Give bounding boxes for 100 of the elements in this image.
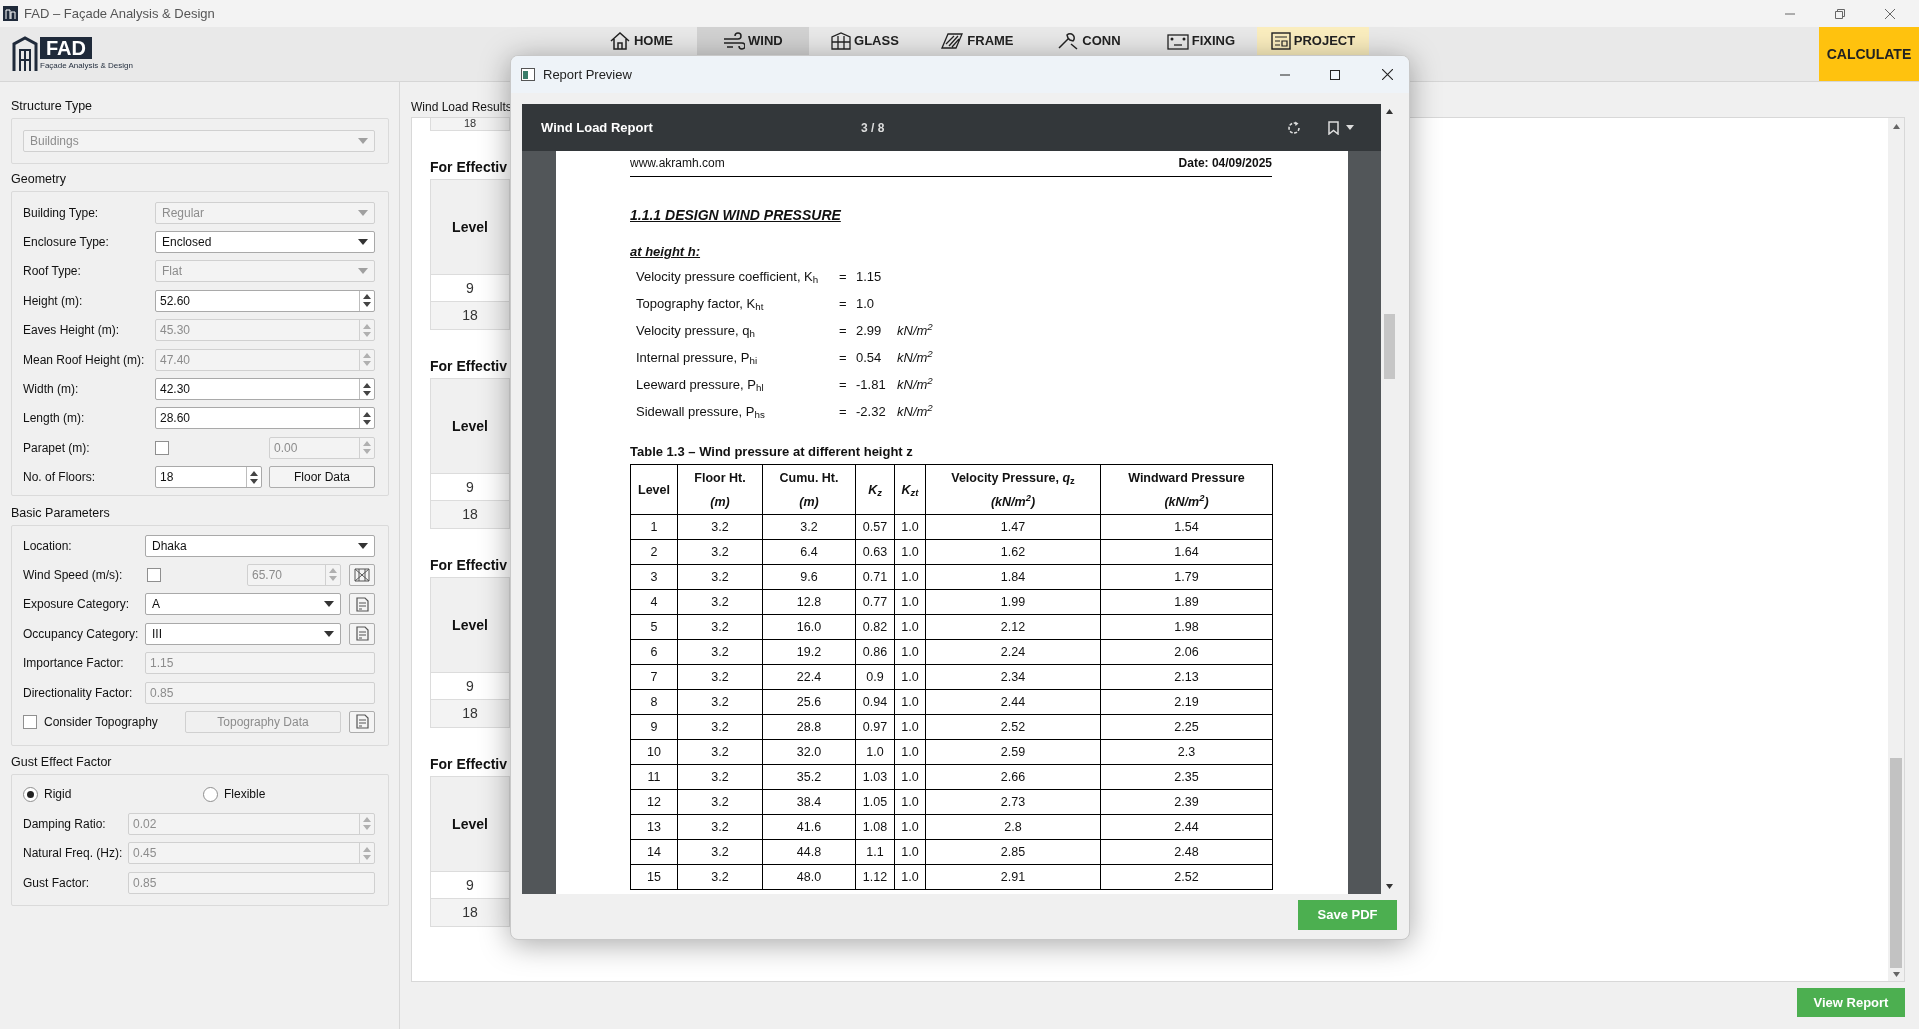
table-cell: 0.86 xyxy=(855,639,895,665)
scroll-down-icon[interactable] xyxy=(1386,884,1393,889)
section-heading: 1.1.1 DESIGN WIND PRESSURE xyxy=(630,207,841,223)
table-cell: 0.77 xyxy=(855,589,895,615)
table-cell: 3.2 xyxy=(677,564,763,590)
table-cell: 3.2 xyxy=(677,589,763,615)
building-logo-icon xyxy=(12,36,38,72)
section-heading: For Effectiv xyxy=(430,756,507,772)
parameter-label: Leeward pressure, P$_{hl}$ xyxy=(636,376,764,392)
table-cell: 3.2 xyxy=(677,614,763,640)
table-cell: 2.59 xyxy=(925,739,1101,765)
column-header: Cumu. Ht. (m) xyxy=(762,464,856,515)
scroll-up-icon[interactable] xyxy=(1386,109,1393,114)
close-icon[interactable] xyxy=(1382,69,1393,80)
table-cell: 0.82 xyxy=(855,614,895,640)
stepper-arrows-icon[interactable] xyxy=(363,411,371,425)
field-label: Building Type: xyxy=(23,205,99,220)
table-cell: 1.0 xyxy=(894,539,926,565)
table-cell: 25.6 xyxy=(762,689,856,715)
dropdown[interactable]: Dhaka xyxy=(145,534,375,557)
nav-tab[interactable]: HOME xyxy=(584,27,697,55)
icon-button[interactable] xyxy=(349,622,375,645)
rotate-icon[interactable] xyxy=(1287,120,1301,135)
scrollbar-thumb[interactable] xyxy=(1384,314,1395,379)
spin-box[interactable]: 52.60 xyxy=(155,289,375,312)
stepper-arrows-icon[interactable] xyxy=(363,294,371,308)
bookmark-icon[interactable] xyxy=(1328,120,1339,135)
spin-box[interactable]: 42.30 xyxy=(155,378,375,401)
parameter-value: 0.54 xyxy=(856,349,882,365)
table-cell: 2.44 xyxy=(925,689,1101,715)
table-cell: 13 xyxy=(630,814,678,840)
table-cell: 2.91 xyxy=(925,864,1101,890)
dropdown[interactable]: A xyxy=(145,593,341,616)
table-cell: 18 xyxy=(431,899,509,926)
nav-tab[interactable]: GLASS xyxy=(808,27,921,55)
scroll-up-icon[interactable] xyxy=(1892,124,1900,129)
radio-button[interactable] xyxy=(23,786,38,802)
table-cell: 1.0 xyxy=(894,714,926,740)
restore-icon[interactable] xyxy=(1835,8,1845,19)
table-cell: 3.2 xyxy=(677,789,763,815)
scroll-down-icon[interactable] xyxy=(1892,972,1900,977)
group-title: Geometry xyxy=(11,171,66,187)
maximize-icon[interactable] xyxy=(1330,69,1340,80)
checkbox-label: Consider Topography xyxy=(44,713,158,731)
stepper-arrows-icon[interactable] xyxy=(250,470,258,484)
group-title: Structure Type xyxy=(11,98,93,114)
table-cell: 3.2 xyxy=(762,514,856,540)
table-cell: 1.0 xyxy=(894,689,926,715)
table-cell: 5 xyxy=(630,614,678,640)
equals-sign: = xyxy=(839,295,847,311)
table-cell: 1.0 xyxy=(894,864,926,890)
scrollbar-thumb[interactable] xyxy=(1890,758,1902,968)
table-cell: 19.2 xyxy=(762,639,856,665)
field-label: Gust Factor: xyxy=(23,875,90,890)
push-button[interactable]: Floor Data xyxy=(269,466,375,489)
field-label: Parapet (m): xyxy=(23,440,90,455)
caret-icon[interactable] xyxy=(1346,125,1354,130)
nav-tab[interactable]: FRAME xyxy=(920,27,1033,55)
parameter-value: 1.0 xyxy=(856,295,875,311)
table-cell: 35.2 xyxy=(762,764,856,790)
nav-tab[interactable]: CONN xyxy=(1032,27,1145,55)
table-cell: 2 xyxy=(630,539,678,565)
logo-subtitle: Façade Analysis & Design xyxy=(40,61,133,71)
radio-button[interactable] xyxy=(203,786,218,802)
radio-label: Rigid xyxy=(44,786,72,804)
calculate-button[interactable]: CALCULATE xyxy=(1819,27,1919,81)
scrollbar[interactable] xyxy=(1888,118,1904,981)
table-cell: 1.0 xyxy=(894,639,926,665)
nav-tab[interactable]: WIND xyxy=(696,27,809,55)
table-cell: 1.0 xyxy=(894,739,926,765)
table-cell: 3.2 xyxy=(677,639,763,665)
nav-tab[interactable]: PROJECT xyxy=(1256,27,1369,55)
column-header: K$_{z}$ xyxy=(855,464,895,515)
window-icon xyxy=(521,68,535,81)
document-icon xyxy=(1270,32,1291,50)
spin-box[interactable]: 18 xyxy=(155,466,262,489)
icon-button[interactable] xyxy=(349,593,375,616)
table-cell: 7 xyxy=(630,664,678,690)
nav-tab[interactable]: FIXING xyxy=(1144,27,1257,55)
document-icon xyxy=(355,596,369,612)
unit-label: kN/m$^{2}$ xyxy=(897,347,933,367)
dropdown[interactable]: III xyxy=(145,622,341,645)
table-cell: 22.4 xyxy=(762,664,856,690)
field-label: Eaves Height (m): xyxy=(23,323,120,338)
column-header: Level xyxy=(431,379,509,474)
column-header: Windward Pressure (kN/m$^{2}$) xyxy=(1100,464,1273,515)
table-cell: 1.0 xyxy=(894,589,926,615)
icon-button[interactable] xyxy=(349,710,375,733)
parameter-value: 1.15 xyxy=(856,268,882,284)
table-cell: 3.2 xyxy=(677,539,763,565)
field-label: Damping Ratio: xyxy=(23,816,106,831)
stepper-arrows-icon[interactable] xyxy=(363,382,371,396)
table-cell: 1.62 xyxy=(925,539,1101,565)
spin-box[interactable]: 28.60 xyxy=(155,407,375,430)
dropdown[interactable]: Enclosed xyxy=(155,231,375,254)
table-cell: 0.97 xyxy=(855,714,895,740)
field-label: Directionality Factor: xyxy=(23,685,133,700)
website-text: www.akramh.com xyxy=(630,155,725,171)
column-header: Floor Ht. (m) xyxy=(677,464,763,515)
icon-button[interactable] xyxy=(349,564,375,586)
